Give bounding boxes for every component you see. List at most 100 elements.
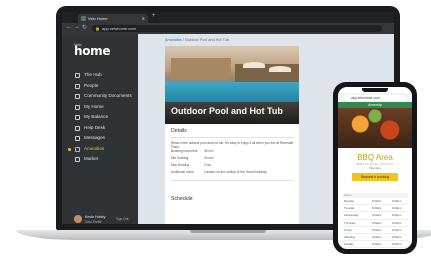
phone-address-bar[interactable]: app.velohome.com: [338, 93, 412, 102]
profile-link[interactable]: View Profile: [85, 220, 102, 224]
schedule-table: Hours Monday 9:00am 9:00pm Tuesday 9:00am 9:…: [342, 193, 408, 249]
close-cell: 9:00pm: [392, 234, 402, 239]
detail-row: Min booking 30 min: [171, 156, 293, 162]
day-cell: Sunday: [344, 242, 354, 247]
hub-icon: [75, 73, 80, 78]
laptop-notch: [190, 230, 266, 233]
profile-name: Kevin Hobby: [85, 215, 106, 219]
breadcrumb-current: Outdoor Pool and Hot Tub: [184, 38, 229, 42]
table-row: Thursday 9:00am 9:00pm: [342, 220, 408, 227]
address-text: app.velohome.com: [102, 26, 136, 31]
detail-key: Max booking: [171, 163, 190, 167]
open-cell: 9:00am: [372, 227, 382, 232]
sidebar-item-people[interactable]: People: [62, 81, 138, 92]
close-cell: 9:00pm: [392, 199, 402, 203]
back-icon[interactable]: ←: [66, 24, 72, 30]
table-row: Saturday 9:00am 9:00pm: [342, 234, 408, 242]
avatar: [74, 215, 82, 223]
close-cell: 9:00pm: [392, 242, 402, 247]
day-cell: Tuesday: [344, 206, 355, 211]
divider: [171, 180, 293, 181]
table-row: Wednesday 9:00am 9:00pm: [342, 212, 408, 220]
forward-icon[interactable]: →: [74, 24, 80, 30]
view-rules-link[interactable]: View rules: [338, 167, 412, 170]
new-tab-icon[interactable]: +: [152, 13, 156, 19]
sidebar-item-label: Community Documents: [84, 93, 132, 98]
people-icon: [75, 83, 80, 89]
phone-screen: app.velohome.com Amenity BBQ Area Books …: [338, 87, 412, 249]
bbq-photo: [338, 108, 412, 148]
day-cell: Saturday: [344, 234, 356, 239]
tab-title: Velo Home: [88, 16, 108, 21]
amenities-icon: [75, 146, 80, 152]
table-row: Friday 9:00am 9:00pm: [342, 227, 408, 234]
browser-toolbar: ← → ↻ 🔒 app.velohome.com: [62, 23, 394, 34]
close-cell: 9:00pm: [392, 213, 402, 218]
sidebar-item-label: My Home: [84, 103, 104, 109]
sidebar-item-hub[interactable]: The Hub: [62, 70, 138, 81]
message-icon: [75, 136, 80, 141]
close-tab-icon[interactable]: ✕: [142, 14, 145, 23]
sidebar-item-label: Help Desk: [84, 124, 106, 130]
sidebar-item-balance[interactable]: My Balance: [62, 112, 138, 123]
sidebar-item-documents[interactable]: Community Documents: [62, 91, 138, 102]
amenity-card: Outdoor Pool and Hot Tub Details Relax i…: [165, 46, 299, 224]
request-booking-button[interactable]: Request a booking: [352, 173, 398, 181]
sidebar-item-label: Market: [84, 156, 99, 161]
detail-value: 30 min: [204, 149, 214, 153]
sidebar-item-label: My Balance: [84, 114, 109, 119]
close-cell: 9:00pm: [392, 220, 402, 225]
address-bar[interactable]: 🔒 app.velohome.com: [92, 25, 382, 32]
sidebar-item-amenities[interactable]: Amenities: [62, 144, 138, 155]
open-cell: 9:00am: [372, 213, 382, 218]
schedule-heading: Schedule: [171, 196, 193, 202]
breadcrumb-link[interactable]: Amenities: [165, 38, 182, 42]
detail-value: Located on the rooftop of the Grand buil…: [204, 170, 267, 174]
table-row: Monday 9:00am 9:00pm: [342, 198, 408, 206]
home-icon: [75, 104, 80, 110]
sidebar-item-label: People: [84, 82, 99, 88]
table-row: Sunday 9:00am 9:00pm: [342, 241, 408, 249]
phone-subtitle: Books 1 hr per slot · 30 min min: [356, 163, 394, 166]
phone-title: BBQ Area: [357, 153, 393, 162]
divider: [171, 137, 293, 138]
sidebar-item-label: Messages: [84, 135, 105, 140]
phone-address-text: app.velohome.com: [351, 95, 380, 100]
favicon-icon: [81, 16, 86, 21]
sidebar-item-help-desk[interactable]: Help Desk: [62, 123, 138, 134]
details-description: Relax in the outdoor pool and hot tub. I…: [171, 141, 294, 149]
brand-logo[interactable]: home: [74, 44, 111, 58]
reload-icon[interactable]: ↻: [82, 24, 87, 31]
browser-tab[interactable]: Velo Home ✕: [78, 14, 148, 23]
sidebar-item-my-home[interactable]: My Home: [62, 102, 138, 113]
open-cell: 9:00am: [372, 234, 382, 239]
amenity-photo: Outdoor Pool and Hot Tub: [165, 46, 299, 124]
breadcrumb: Amenities / Outdoor Pool and Hot Tub: [165, 38, 299, 44]
day-cell: Thursday: [344, 220, 356, 225]
close-cell: 9:00pm: [392, 206, 402, 211]
sidebar: Velo home The Hub People Community Docum…: [62, 34, 138, 224]
wallet-icon: [75, 115, 80, 120]
phone-notch: [362, 88, 388, 92]
open-cell: 9:00am: [372, 206, 382, 211]
open-cell: 9:00am: [372, 199, 382, 203]
sidebar-item-label: Amenities: [84, 145, 105, 151]
detail-row: Max booking 2 hrs: [171, 163, 293, 169]
day-cell: Monday: [344, 199, 354, 203]
page-title: Outdoor Pool and Hot Tub: [171, 106, 283, 116]
detail-row: Booking increment 30 min: [171, 149, 293, 155]
sidebar-item-market[interactable]: Market: [62, 154, 138, 165]
open-cell: 9:00am: [372, 242, 382, 247]
detail-value: 30 min: [204, 156, 214, 160]
day-cell: Friday: [344, 227, 352, 232]
lock-icon: 🔒: [95, 26, 100, 31]
sidebar-nav: The Hub People Community Documents My Ho…: [62, 70, 138, 165]
user-profile[interactable]: Kevin Hobby View Profile Sign Out: [62, 214, 138, 224]
sign-out-link[interactable]: Sign Out: [116, 217, 128, 221]
sidebar-item-messages[interactable]: Messages: [62, 133, 138, 144]
help-icon: [75, 125, 80, 131]
browser-tab-bar: Velo Home ✕ +: [62, 12, 394, 23]
detail-row: Additional notes Located on the rooftop o…: [171, 170, 293, 176]
detail-key: Booking increment: [171, 149, 198, 153]
market-icon: [75, 157, 80, 162]
